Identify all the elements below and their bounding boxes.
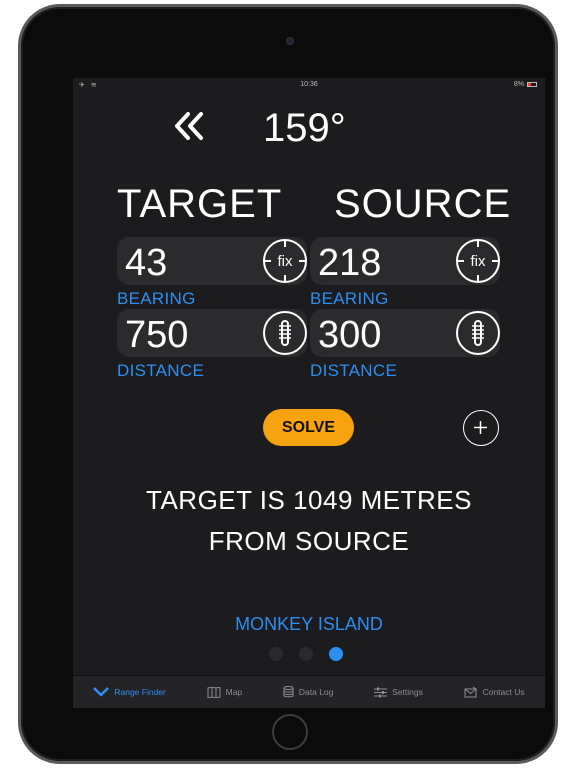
bearing-heading: 159° [263, 106, 346, 150]
tab-bar: Range Finder Map Data Log Settings Conta… [73, 675, 545, 708]
source-distance-field[interactable]: 300 [310, 309, 500, 357]
target-measure-button[interactable] [263, 311, 307, 355]
tab-map[interactable]: Map [207, 686, 243, 698]
battery-percent: 8% [513, 81, 524, 88]
target-title: TARGET [117, 182, 283, 226]
app-screen: ✈ ≋ 10:36 8% 159° TARGET 43 fix BEARING … [73, 78, 545, 708]
database-icon [283, 686, 294, 698]
target-distance-label: DISTANCE [117, 361, 205, 380]
envelope-icon [464, 686, 477, 698]
source-fix-button[interactable]: fix [456, 239, 500, 283]
sliders-icon [374, 687, 388, 697]
battery-icon [527, 82, 537, 87]
target-distance-value: 750 [125, 314, 189, 356]
fix-label: fix [470, 253, 486, 270]
source-title: SOURCE [334, 182, 512, 226]
tab-label: Contact Us [482, 687, 525, 697]
tab-label: Data Log [298, 687, 334, 697]
add-button[interactable] [463, 410, 499, 446]
page-dot-2[interactable] [299, 647, 313, 661]
target-bearing-value: 43 [125, 242, 168, 284]
page-dot-1[interactable] [269, 647, 283, 661]
page-indicator [269, 647, 343, 661]
source-measure-button[interactable] [456, 311, 500, 355]
home-button[interactable] [272, 714, 308, 750]
status-right: 8% [514, 81, 537, 88]
tab-label: Settings [392, 687, 423, 697]
source-distance-value: 300 [318, 314, 382, 356]
camera-icon [286, 37, 294, 45]
status-time: 10:36 [300, 81, 318, 88]
tab-settings[interactable]: Settings [374, 687, 423, 698]
tab-label: Range Finder [114, 687, 166, 697]
page-dot-3[interactable] [329, 647, 343, 661]
solve-button[interactable]: SOLVE [263, 409, 354, 446]
ruler-icon [472, 320, 484, 346]
result-line-1: TARGET IS 1049 METRES [146, 485, 472, 515]
map-icon [207, 686, 221, 698]
ruler-icon [279, 320, 291, 346]
source-bearing-field[interactable]: 218 fix [310, 237, 500, 285]
result-text: TARGET IS 1049 METRES FROM SOURCE [73, 480, 545, 562]
result-line-2: FROM SOURCE [208, 526, 410, 556]
fix-label: fix [277, 253, 293, 270]
source-bearing-label: BEARING [310, 289, 389, 308]
target-fix-button[interactable]: fix [263, 239, 307, 283]
location-name[interactable]: MONKEY ISLAND [73, 614, 545, 635]
target-bearing-field[interactable]: 43 fix [117, 237, 307, 285]
target-bearing-label: BEARING [117, 289, 196, 308]
tab-label: Map [225, 687, 243, 697]
chevron-down-icon [93, 687, 110, 697]
status-bar: ✈ ≋ 10:36 8% [73, 78, 545, 92]
tab-contact-us[interactable]: Contact Us [464, 686, 525, 698]
tab-data-log[interactable]: Data Log [283, 686, 334, 698]
double-chevron-left-icon[interactable] [171, 106, 207, 146]
plus-icon [474, 421, 487, 434]
source-bearing-value: 218 [318, 242, 382, 284]
tab-range-finder[interactable]: Range Finder [93, 687, 166, 697]
source-distance-label: DISTANCE [310, 361, 398, 380]
target-distance-field[interactable]: 750 [117, 309, 307, 357]
tablet-frame: ✈ ≋ 10:36 8% 159° TARGET 43 fix BEARING … [18, 4, 558, 764]
